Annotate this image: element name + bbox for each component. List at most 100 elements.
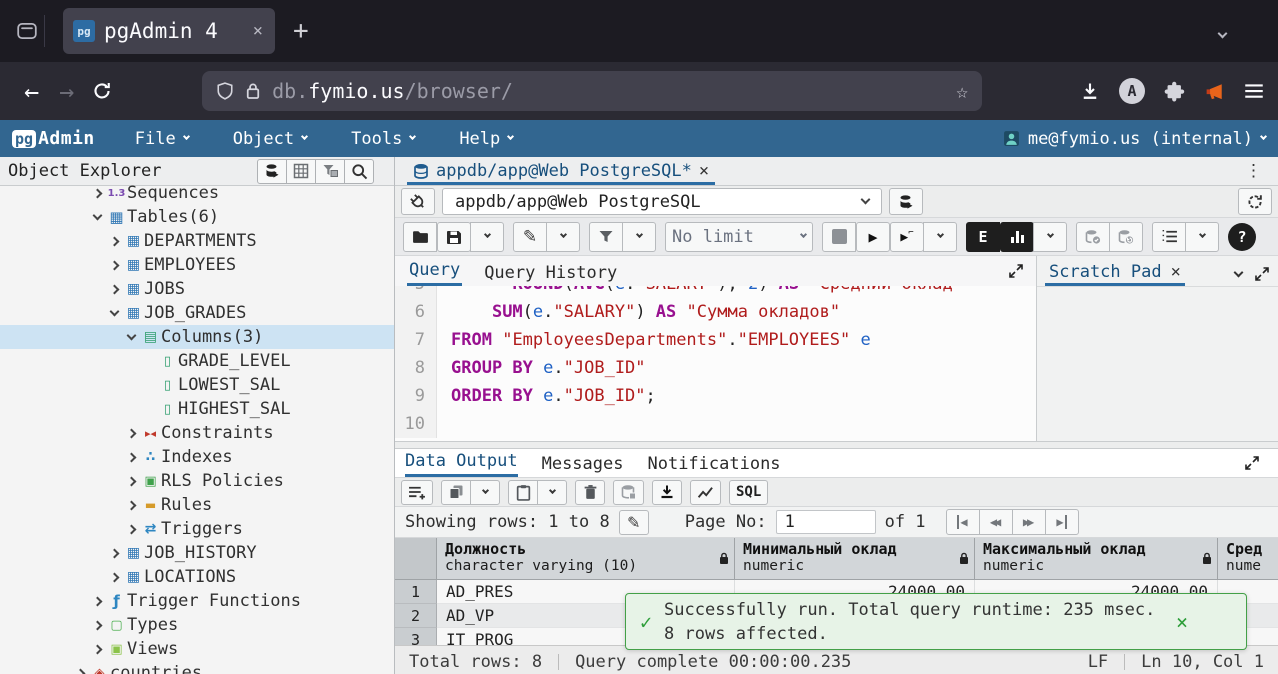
chevron-down-icon[interactable] xyxy=(89,216,106,219)
tree-item-employees[interactable]: ▦EMPLOYEES xyxy=(0,253,394,277)
explain-options-chevron[interactable] xyxy=(1033,222,1067,252)
tab-list-chevron-icon[interactable] xyxy=(1219,22,1226,41)
scratch-pad-tab[interactable]: Scratch Pad × xyxy=(1045,260,1185,286)
row-number-cell[interactable]: 1 xyxy=(395,580,437,604)
kebab-menu-icon[interactable]: ⋮ xyxy=(1245,161,1262,181)
tree-item-indexes[interactable]: ∴Indexes xyxy=(0,445,394,469)
chevron-right-icon[interactable] xyxy=(89,646,106,653)
chevron-right-icon[interactable] xyxy=(123,526,140,533)
tree-item-rls-policies[interactable]: ▣RLS Policies xyxy=(0,469,394,493)
chevron-right-icon[interactable] xyxy=(123,478,140,485)
search-objects-button[interactable] xyxy=(344,159,374,184)
edit-range-button[interactable]: ✎ xyxy=(619,510,649,535)
connection-dropdown[interactable]: appdb/app@Web PostgreSQL xyxy=(442,188,882,215)
extension-megaphone-button[interactable] xyxy=(1204,81,1225,102)
copy-button[interactable] xyxy=(441,480,471,505)
reload-button[interactable] xyxy=(92,81,112,101)
tree-item-countries[interactable]: ◈countries xyxy=(0,661,394,674)
tree-item-sequences[interactable]: 1.3Sequences xyxy=(0,181,394,205)
save-options-chevron[interactable] xyxy=(470,222,504,252)
help-button[interactable]: ? xyxy=(1228,223,1256,251)
filter-options-chevron[interactable] xyxy=(622,222,656,252)
expand-editor-button[interactable] xyxy=(1008,263,1024,279)
macros-chevron[interactable] xyxy=(1185,222,1219,252)
chevron-down-icon[interactable] xyxy=(123,336,140,339)
new-tab-button[interactable]: + xyxy=(293,16,309,46)
row-number-cell[interactable]: 2 xyxy=(395,604,437,628)
bookmark-star-icon[interactable]: ☆ xyxy=(956,79,968,103)
tree-item-grade-level[interactable]: ▯GRADE_LEVEL xyxy=(0,349,394,373)
scratch-pad-body[interactable] xyxy=(1037,286,1278,441)
chevron-right-icon[interactable] xyxy=(106,262,123,269)
tree-item-jobs[interactable]: ▦JOBS xyxy=(0,277,394,301)
execute-button[interactable]: ▶ xyxy=(856,222,890,252)
menu-help[interactable]: Help xyxy=(459,129,513,149)
tab-query-history[interactable]: Query History xyxy=(482,261,619,286)
connect-server-button[interactable] xyxy=(257,159,287,184)
tab-query[interactable]: Query xyxy=(407,258,462,286)
code-line[interactable]: 6 SUM(e."SALARY") AS "Сумма окладов" xyxy=(395,298,1036,326)
edit-options-chevron[interactable] xyxy=(546,222,580,252)
code-line[interactable]: 10 xyxy=(395,410,1036,438)
grid-corner-cell[interactable] xyxy=(395,538,437,580)
url-bar[interactable]: db.fymio.us/browser/ ☆ xyxy=(202,71,982,111)
account-button[interactable]: A xyxy=(1119,78,1145,104)
code-line[interactable]: 7FROM "EmployeesDepartments"."EMPLOYEES"… xyxy=(395,326,1036,354)
tree-item-highest-sal[interactable]: ▯HIGHEST_SAL xyxy=(0,397,394,421)
tree-item-columns-3-[interactable]: ▤Columns(3) xyxy=(0,325,394,349)
execute-options-button[interactable]: ▶⌐ xyxy=(890,222,924,252)
code-line-clipped[interactable]: 5 ROUND(AVG(e."SALARY"), 2) AS "Средний … xyxy=(395,286,1036,298)
expand-results-button[interactable] xyxy=(1244,455,1260,471)
limit-dropdown[interactable]: No limit xyxy=(665,222,813,252)
chevron-right-icon[interactable] xyxy=(123,454,140,461)
show-sql-button[interactable]: SQL xyxy=(729,480,768,505)
chevron-right-icon[interactable] xyxy=(106,286,123,293)
properties-button[interactable] xyxy=(286,159,316,184)
macros-button[interactable] xyxy=(1152,222,1186,252)
paste-options-chevron[interactable] xyxy=(537,480,567,505)
tree-item-triggers[interactable]: ⇄Triggers xyxy=(0,517,394,541)
menu-tools[interactable]: Tools xyxy=(351,129,415,149)
user-menu[interactable]: me@fymio.us (internal) xyxy=(1003,129,1266,149)
page-number-input[interactable] xyxy=(776,510,876,534)
sql-editor[interactable]: 5 ROUND(AVG(e."SALARY"), 2) AS "Средний … xyxy=(395,286,1036,441)
query-tool-tab-close[interactable]: × xyxy=(699,161,709,181)
chevron-right-icon[interactable] xyxy=(89,622,106,629)
code-line[interactable]: 8GROUP BY e."JOB_ID" xyxy=(395,354,1036,382)
copy-options-chevron[interactable] xyxy=(470,480,500,505)
toast-close-button[interactable]: × xyxy=(1176,610,1188,634)
tab-close-button[interactable]: × xyxy=(251,21,265,41)
tree-item-job-grades[interactable]: ▦JOB_GRADES xyxy=(0,301,394,325)
execute-chevron[interactable] xyxy=(923,222,957,252)
tree-item-rules[interactable]: ▬Rules xyxy=(0,493,394,517)
tree-item-lowest-sal[interactable]: ▯LOWEST_SAL xyxy=(0,373,394,397)
open-file-button[interactable] xyxy=(403,222,437,252)
paste-button[interactable] xyxy=(508,480,538,505)
panel-splitter[interactable] xyxy=(395,441,1278,449)
chevron-right-icon[interactable] xyxy=(123,430,140,437)
pgadmin-logo[interactable]: pg Admin xyxy=(12,128,95,149)
explain-button[interactable]: E xyxy=(966,222,1000,252)
filter-tree-button[interactable] xyxy=(315,159,345,184)
grid-column-header[interactable]: Минимальный окладnumeric xyxy=(735,538,975,580)
eol-indicator[interactable]: LF xyxy=(1088,652,1108,672)
extensions-button[interactable] xyxy=(1164,81,1185,102)
grid-column-header[interactable]: Должностьcharacter varying (10) xyxy=(437,538,735,580)
lock-icon[interactable] xyxy=(246,82,260,100)
grid-column-header[interactable]: Максимальный окладnumeric xyxy=(975,538,1218,580)
shield-icon[interactable] xyxy=(216,81,234,101)
chevron-right-icon[interactable] xyxy=(89,598,106,605)
tree-item-constraints[interactable]: ▸◂Constraints xyxy=(0,421,394,445)
tree-item-locations[interactable]: ▦LOCATIONS xyxy=(0,565,394,589)
tree-item-trigger-functions[interactable]: ƒTrigger Functions xyxy=(0,589,394,613)
tree-item-views[interactable]: ▣Views xyxy=(0,637,394,661)
reset-layout-button[interactable] xyxy=(1238,188,1272,215)
scratch-pad-expand-button[interactable] xyxy=(1254,266,1270,282)
new-connection-button[interactable] xyxy=(889,188,923,215)
filter-button[interactable] xyxy=(589,222,623,252)
delete-row-button[interactable] xyxy=(575,480,605,505)
chevron-right-icon[interactable] xyxy=(123,502,140,509)
save-file-button[interactable] xyxy=(437,222,471,252)
menu-button[interactable] xyxy=(1244,82,1264,100)
menu-file[interactable]: File xyxy=(135,129,189,149)
